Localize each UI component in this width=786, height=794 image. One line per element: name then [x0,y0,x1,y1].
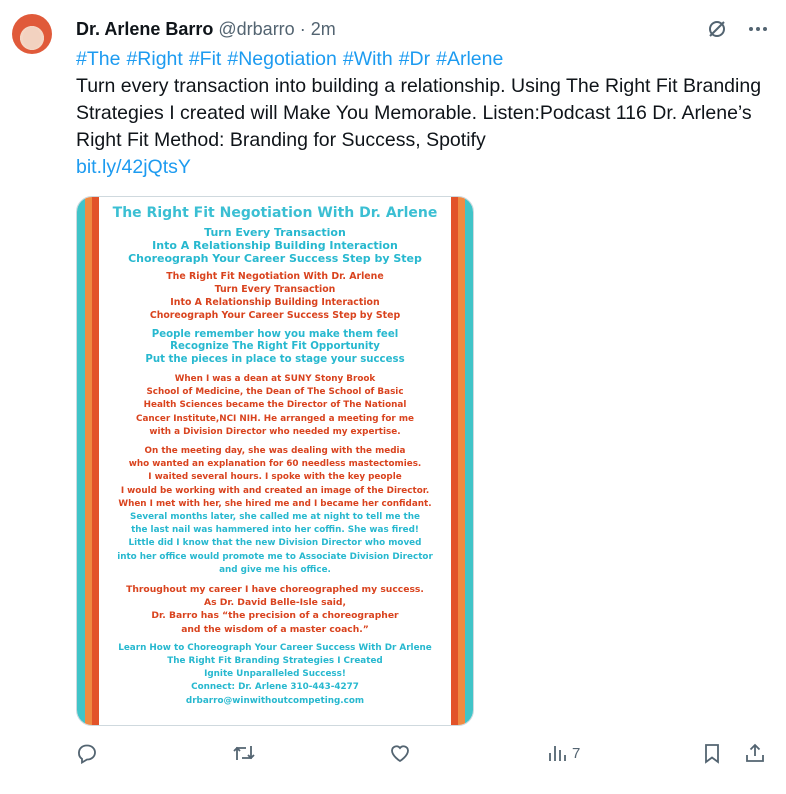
hashtag[interactable]: #Negotiation [227,48,337,70]
hashtag[interactable]: #With [343,48,393,70]
flyer-block-6: Throughout my career I have choreographe… [126,584,424,635]
action-bar: 7 [76,742,766,772]
flyer-title: The Right Fit Negotiation With Dr. Arlen… [112,205,438,221]
hashtag[interactable]: #Dr [399,48,430,70]
flyer-block-7: Learn How to Choreograph Your Career Suc… [118,642,432,706]
tweet-header: Dr. Arlene Barro @drbarro · 2m [76,18,336,40]
like-icon [389,742,411,764]
tweet[interactable]: Dr. Arlene Barro @drbarro · 2m #The #Righ… [0,0,786,794]
reply-button[interactable] [76,742,98,764]
views-count: 7 [572,744,581,762]
like-button[interactable] [389,742,411,764]
retweet-icon [232,742,256,764]
avatar[interactable] [12,14,52,54]
tweet-body: Turn every transaction into building a r… [76,75,762,151]
flyer-block-3: People remember how you make them feel Re… [145,328,405,366]
tweet-image[interactable]: The Right Fit Negotiation With Dr. Arlen… [76,196,474,726]
share-icon [744,742,766,764]
hashtag[interactable]: #Fit [189,48,222,70]
flyer: The Right Fit Negotiation With Dr. Arlen… [99,197,451,725]
hashtag[interactable]: #Right [126,48,182,70]
timestamp[interactable]: 2m [311,19,336,40]
more-icon[interactable] [748,19,768,44]
retweet-button[interactable] [232,742,256,764]
bookmark-icon [701,742,723,764]
right-stripes [451,197,473,725]
hashtag-list: #The #Right #Fit #Negotiation #With #Dr #Arlen… [76,46,766,73]
flyer-block-4: When I was a dean at SUNY Stony Brook Sch… [136,373,414,437]
separator-dot: · [299,18,306,39]
reply-icon [76,742,98,764]
hashtag[interactable]: #The [76,48,120,70]
tweet-text: #The #Right #Fit #Negotiation #With #Dr #Arlen… [76,46,766,181]
author-handle[interactable]: @drbarro [218,19,294,40]
views-icon [546,742,568,764]
grok-icon[interactable] [706,18,728,45]
author-name[interactable]: Dr. Arlene Barro [76,19,213,40]
views-button[interactable]: 7 [546,742,580,764]
hashtag[interactable]: #Arlene [436,48,503,70]
left-stripes [77,197,99,725]
top-right-icons [706,18,768,45]
flyer-block-1: Turn Every Transaction Into A Relationshi… [128,226,422,265]
share-button[interactable] [744,742,766,764]
flyer-block-5: On the meeting day, she was dealing with… [117,445,433,575]
flyer-block-2: The Right Fit Negotiation With Dr. Arlen… [149,271,401,321]
bookmark-button[interactable] [701,742,723,764]
tweet-link[interactable]: bit.ly/42jQtsY [76,154,766,181]
